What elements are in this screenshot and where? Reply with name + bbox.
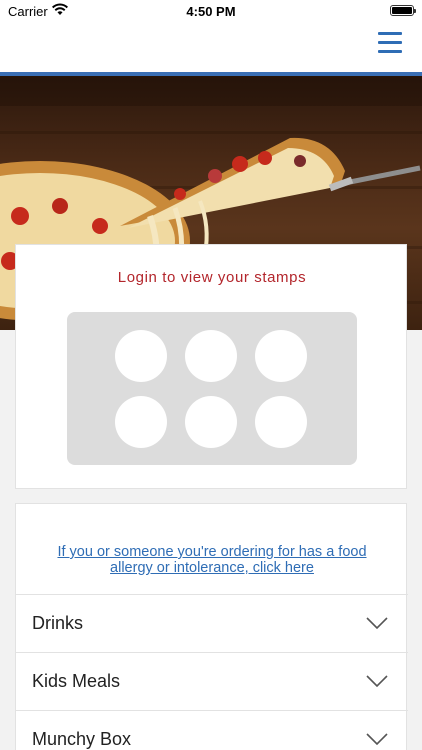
stamp-slot	[115, 330, 167, 382]
app-screen: Carrier 4:50 PM Login to view your stamp…	[0, 0, 422, 750]
menu-item-kids-meals[interactable]: Kids Meals	[16, 652, 408, 710]
hamburger-menu-icon[interactable]	[378, 32, 402, 54]
stamp-slot	[255, 330, 307, 382]
stamp-login-prompt[interactable]: Login to view your stamps	[16, 269, 408, 286]
allergy-link-line2: allergy or intolerance, click here	[110, 560, 314, 576]
battery-icon	[390, 5, 416, 16]
menu-item-drinks[interactable]: Drinks	[16, 594, 408, 652]
chevron-down-icon	[366, 675, 388, 687]
stamp-slot	[185, 396, 237, 448]
menu-item-munchy-box[interactable]: Munchy Box	[16, 710, 408, 750]
menu-item-label: Munchy Box	[32, 729, 132, 749]
allergy-link-line1: If you or someone you're ordering for ha…	[57, 544, 367, 560]
stamp-slot	[255, 396, 307, 448]
top-nav-bar	[0, 24, 422, 72]
clock: 4:50 PM	[186, 4, 236, 19]
menu-item-label: Drinks	[32, 613, 84, 633]
allergy-info-link[interactable]: If you or someone you're ordering for ha…	[16, 544, 408, 576]
chevron-down-icon	[366, 617, 388, 629]
chevron-down-icon	[366, 733, 388, 745]
stamp-card: Login to view your stamps	[15, 244, 407, 489]
menu-item-label: Kids Meals	[32, 671, 121, 691]
menu-card: If you or someone you're ordering for ha…	[15, 503, 408, 750]
stamp-grid	[67, 312, 357, 465]
stamp-slot	[115, 396, 167, 448]
stamp-slot	[185, 330, 237, 382]
status-bar: Carrier 4:50 PM	[0, 0, 422, 24]
